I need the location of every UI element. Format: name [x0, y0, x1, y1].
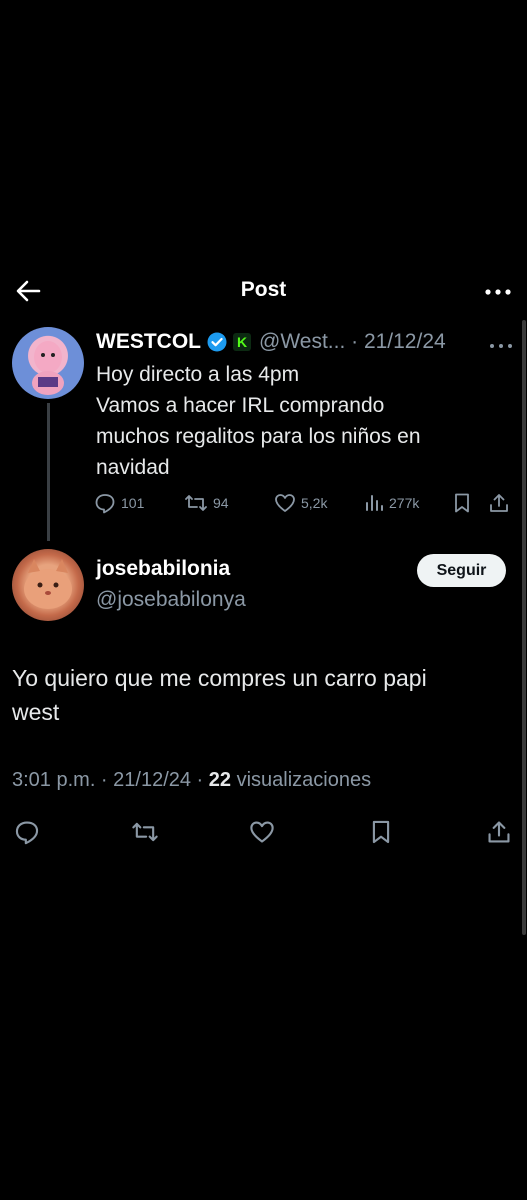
repost-icon: [132, 822, 158, 842]
heart-icon: [250, 821, 274, 843]
heart-icon: [275, 494, 295, 512]
like-count: 5,2k: [301, 495, 328, 511]
reply-line: west: [12, 699, 60, 725]
bookmark-icon: [372, 820, 390, 844]
tweet-line: navidad: [96, 456, 170, 479]
share-button[interactable]: [488, 490, 510, 516]
reply-author-name[interactable]: josebabilonia: [96, 557, 230, 581]
view-count: 277k: [389, 495, 420, 511]
repost-icon: [185, 495, 207, 511]
repost-count: 94: [213, 495, 229, 511]
thread-connector: [47, 403, 50, 541]
ellipsis-icon: [490, 344, 512, 348]
reply-actions: [0, 817, 527, 847]
parent-tweet-header: WESTCOL K @West... · 21/12/24: [96, 327, 446, 357]
share-button[interactable]: [484, 817, 514, 847]
tweet-line: Vamos a hacer IRL comprando: [96, 394, 385, 417]
reply-button[interactable]: [12, 817, 42, 847]
repost-button[interactable]: [130, 817, 160, 847]
reply-text: Yo quiero que me compres un carro papi w…: [12, 661, 512, 729]
reply-button[interactable]: 101: [94, 490, 144, 516]
views-count: 22: [208, 769, 232, 791]
top-bar: Post: [0, 265, 527, 317]
reply-icon: [15, 821, 39, 845]
share-icon: [488, 821, 510, 843]
repost-button[interactable]: 94: [184, 490, 229, 516]
share-icon: [490, 494, 508, 512]
like-button[interactable]: 5,2k: [274, 490, 327, 516]
views-button[interactable]: 277k: [364, 490, 419, 516]
author-name[interactable]: WESTCOL: [96, 330, 201, 354]
reply-author-handle[interactable]: @josebabilonya: [96, 588, 246, 612]
tweet-line: Hoy directo a las 4pm: [96, 363, 300, 386]
page-title: Post: [240, 278, 287, 301]
views-label: visualizaciones: [231, 769, 372, 791]
bookmark-icon: [455, 493, 469, 513]
reply-icon: [95, 494, 115, 514]
verified-badge-icon: [207, 332, 227, 352]
ellipsis-icon: [485, 289, 511, 295]
post-screen: Post WESTCOL K @West... · 21/12/24 Hoy d…: [0, 265, 527, 935]
kick-badge-icon: K: [233, 333, 251, 351]
reply-count: 101: [121, 495, 145, 511]
bookmark-button[interactable]: [452, 490, 472, 516]
reply-line: Yo quiero que me compres un carro papi: [12, 665, 427, 691]
reply-metadata: 3:01 p.m. · 21/12/24 · 22 visualizacione…: [12, 769, 371, 792]
parent-tweet-text: Hoy directo a las 4pm Vamos a hacer IRL …: [96, 359, 496, 483]
parent-tweet-actions: 101 94 5,2k 277k: [94, 490, 514, 516]
bookmark-button[interactable]: [366, 817, 396, 847]
follow-button[interactable]: Seguir: [417, 554, 506, 587]
avatar-image: [32, 341, 64, 395]
like-button[interactable]: [247, 817, 277, 847]
more-options-button[interactable]: [481, 277, 515, 307]
author-handle-date: @West... · 21/12/24: [259, 330, 446, 353]
timestamp: 3:01 p.m. · 21/12/24 ·: [12, 769, 209, 791]
tweet-line: muchos regalitos para los niños en: [96, 425, 421, 448]
avatar[interactable]: [12, 327, 84, 399]
avatar-image: [24, 559, 72, 609]
views-chart-icon: [366, 495, 383, 511]
tweet-more-button[interactable]: [488, 337, 514, 348]
avatar[interactable]: [12, 549, 84, 621]
